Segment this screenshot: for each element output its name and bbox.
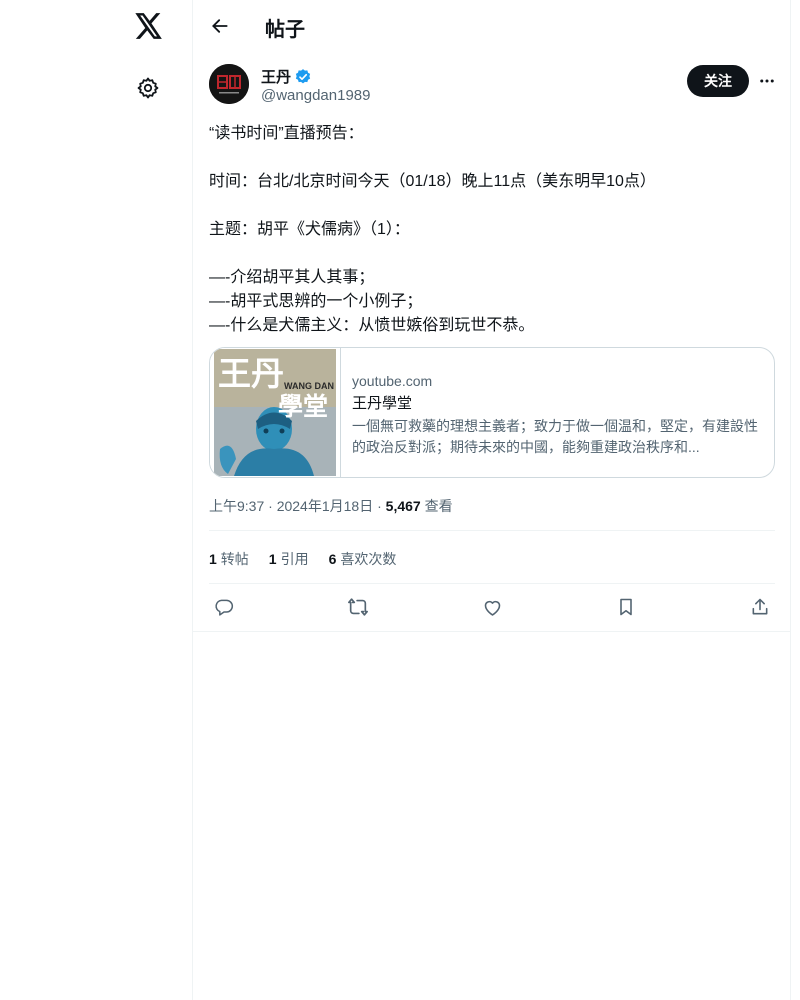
like-count-value: 6 [328,551,337,567]
card-description: 一個無可救藥的理想主義者；致力于做一個温和，堅定，有建設性的政治反對派；期待未來… [352,418,758,455]
tweet-line [209,242,775,266]
card-thumbnail: 王丹 WANG DAN 學堂 [210,348,341,477]
meta-separator: · [268,498,277,514]
share-icon[interactable] [745,592,775,622]
thumb-en: WANG DAN [284,381,334,391]
tweet-line: —-胡平式思辨的一个小例子； [209,293,423,310]
gear-icon[interactable] [132,72,164,104]
tweet-meta: 上午9:37 · 2024年1月18日 · 5,467 查看 [209,496,453,516]
quote-count-label: 引用 [280,551,309,567]
back-arrow-icon[interactable] [205,11,235,41]
divider [209,530,775,531]
sidebar [0,0,193,1000]
meta-separator: · [377,498,386,514]
retweet-icon[interactable] [343,592,373,622]
divider [193,631,791,632]
tweet-time[interactable]: 上午9:37 [209,498,264,514]
link-preview-card[interactable]: 王丹 WANG DAN 學堂 youtube.com 王丹學堂 一個無可救藥的理… [209,347,775,478]
author-name[interactable]: 王丹 [261,66,312,87]
tweet-line: 主题：胡平《犬儒病》（1）： [209,221,410,238]
reply-icon[interactable] [209,592,239,622]
card-body: youtube.com 王丹學堂 一個無可救藥的理想主義者；致力于做一個温和，堅… [352,371,764,458]
retweet-count-label: 转帖 [220,551,249,567]
page-title: 帖子 [265,19,305,41]
thumb-title: 王丹 [218,354,284,393]
tweet-line: —-介绍胡平其人其事； [209,269,375,286]
tweet-text: “读书时间”直播预告： 时间：台北/北京时间今天（01/18）晚上11点（美东明… [209,122,775,338]
action-bar [209,592,775,622]
page-header: 帖子 [193,0,791,53]
quote-count-value: 1 [268,551,277,567]
author-name-text: 王丹 [261,69,292,86]
divider [209,583,775,584]
tweet-line: —-什么是犬儒主义：从愤世嫉俗到玩世不恭。 [209,317,535,334]
like-heart-icon[interactable] [477,592,507,622]
follow-button[interactable]: 关注 [687,65,749,97]
avatar[interactable] [209,64,249,104]
tweet-line: 时间：台北/北京时间今天（01/18）晚上11点（美东明早10点） [209,173,656,190]
retweet-count[interactable]: 1 转帖 [209,549,249,569]
engagement-stats: 1 转帖 1 引用 6 喜欢次数 [209,549,396,569]
like-count[interactable]: 6 喜欢次数 [329,549,397,569]
tweet-line [209,194,775,218]
tweet-line: “读书时间”直播预告： [209,125,364,142]
view-count: 5,467 [385,498,421,514]
x-logo-icon[interactable] [133,10,165,42]
quote-count[interactable]: 1 引用 [269,549,309,569]
thumb-subtitle: 學堂 [278,392,328,421]
author-handle[interactable]: @wangdan1989 [261,87,370,104]
tweet-date[interactable]: 2024年1月18日 [277,498,374,514]
bookmark-icon[interactable] [611,592,641,622]
like-count-label: 喜欢次数 [340,551,397,567]
more-options-icon[interactable] [753,67,781,95]
verified-badge-icon [295,68,311,83]
retweet-count-value: 1 [209,551,217,567]
card-domain: youtube.com [352,373,433,389]
card-title: 王丹學堂 [352,395,413,412]
main-column: 帖子 王丹 @wangdan1989 关注 “读书时间”直播预告： 时间：台北/… [193,0,791,1000]
view-label: 查看 [424,498,453,514]
tweet-line [209,146,775,170]
